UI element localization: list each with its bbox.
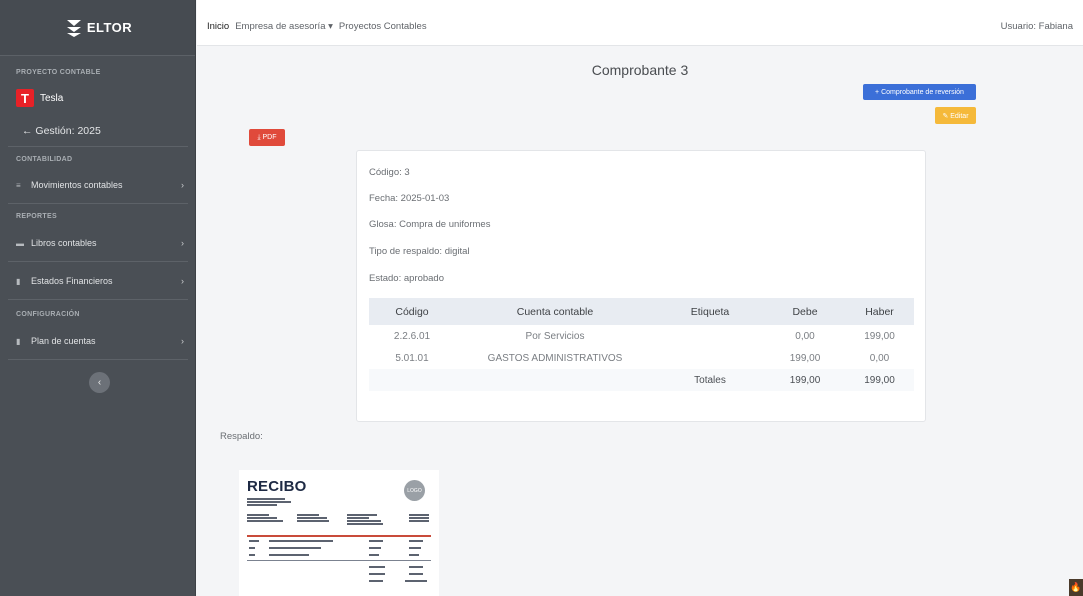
voucher-fecha: Fecha: 2025-01-03 bbox=[369, 193, 450, 204]
receipt-image[interactable]: RECIBO LOGO bbox=[239, 470, 439, 596]
col-codigo: Código bbox=[369, 298, 455, 325]
breadcrumb: Inicio Empresa de asesoría ▾ Proyectos C… bbox=[207, 21, 427, 32]
sidebar: ELTOR PROYECTO CONTABLE T Tesla ← Gestió… bbox=[0, 0, 196, 596]
cell-haber: 199,00 bbox=[864, 330, 895, 342]
brand[interactable]: ELTOR bbox=[0, 0, 195, 56]
section-contabilidad: CONTABILIDAD bbox=[16, 156, 73, 163]
cell-etiqueta bbox=[655, 347, 765, 369]
receipt-title: RECIBO bbox=[247, 478, 307, 495]
divider bbox=[8, 146, 188, 147]
divider bbox=[8, 203, 188, 204]
cell-haber: 0,00 bbox=[869, 352, 890, 364]
cell-cuenta: Por Servicios bbox=[525, 330, 585, 342]
section-reportes: REPORTES bbox=[16, 213, 57, 220]
totals-debe: 199,00 bbox=[789, 374, 821, 386]
sidebar-item-label: Plan de cuentas bbox=[31, 336, 96, 346]
divider bbox=[8, 261, 188, 262]
receipt-logo: LOGO bbox=[404, 480, 425, 501]
totals-row: Totales 199,00 199,00 bbox=[369, 369, 914, 391]
voucher-lines-table: Código Cuenta contable Etiqueta Debe Hab… bbox=[369, 298, 914, 391]
voucher-estado: Estado: aprobado bbox=[369, 273, 445, 284]
cell-codigo: 5.01.01 bbox=[395, 352, 429, 364]
sidebar-item-movimientos[interactable]: ≡ Movimientos contables › bbox=[16, 180, 184, 190]
col-etiqueta: Etiqueta bbox=[655, 298, 765, 325]
table-header-row: Código Cuenta contable Etiqueta Debe Hab… bbox=[369, 298, 914, 325]
section-configuracion: CONFIGURACIÓN bbox=[16, 311, 80, 318]
voucher-tipo: Tipo de respaldo: digital bbox=[369, 246, 470, 257]
pdf-button[interactable]: ⤓ PDF bbox=[249, 129, 285, 146]
chevron-right-icon: › bbox=[181, 180, 184, 190]
list-icon: ≡ bbox=[16, 181, 21, 190]
cell-debe: 199,00 bbox=[789, 352, 821, 364]
project-selector[interactable]: T Tesla bbox=[16, 89, 63, 107]
chevron-right-icon: › bbox=[181, 238, 184, 248]
reversal-voucher-button[interactable]: + Comprobante de reversión bbox=[863, 84, 976, 100]
sidebar-item-plan[interactable]: ▮ Plan de cuentas › bbox=[16, 336, 184, 346]
breadcrumb-projects[interactable]: Proyectos Contables bbox=[339, 21, 427, 32]
col-debe: Debe bbox=[765, 298, 845, 325]
cell-cuenta: GASTOS ADMINISTRATIVOS bbox=[487, 352, 623, 364]
project-name: Tesla bbox=[40, 92, 64, 104]
brand-logo-icon bbox=[66, 19, 81, 37]
gestion-link[interactable]: ← Gestión: 2025 bbox=[22, 125, 101, 137]
table-row: 5.01.01 GASTOS ADMINISTRATIVOS 199,00 0,… bbox=[369, 347, 914, 369]
flame-icon[interactable]: 🔥 bbox=[1069, 579, 1083, 596]
edit-button[interactable]: ✎ Editar bbox=[935, 107, 976, 124]
file-icon: ▮ bbox=[16, 277, 21, 286]
breadcrumb-home[interactable]: Inicio bbox=[207, 21, 229, 32]
tesla-logo-icon: T bbox=[16, 89, 34, 107]
chevron-right-icon: › bbox=[181, 276, 184, 286]
divider bbox=[8, 359, 188, 360]
chevron-right-icon: › bbox=[181, 336, 184, 346]
voucher-glosa: Glosa: Compra de uniformes bbox=[369, 219, 491, 230]
collapse-sidebar-button[interactable]: ‹ bbox=[89, 372, 110, 393]
sidebar-item-libros[interactable]: ▬ Libros contables › bbox=[16, 238, 184, 248]
respaldo-label: Respaldo: bbox=[220, 431, 263, 442]
topbar: Inicio Empresa de asesoría ▾ Proyectos C… bbox=[197, 0, 1083, 46]
sidebar-item-label: Estados Financieros bbox=[31, 276, 113, 286]
voucher-card: Código: 3 Fecha: 2025-01-03 Glosa: Compr… bbox=[356, 150, 926, 422]
cell-debe: 0,00 bbox=[795, 330, 815, 342]
file-icon: ▮ bbox=[16, 337, 21, 346]
totals-haber: 199,00 bbox=[864, 374, 895, 386]
sidebar-item-estados[interactable]: ▮ Estados Financieros › bbox=[16, 276, 184, 286]
user-label[interactable]: Usuario: Fabiana bbox=[1001, 21, 1073, 32]
voucher-codigo: Código: 3 bbox=[369, 167, 410, 178]
col-haber: Haber bbox=[845, 298, 914, 325]
breadcrumb-company[interactable]: Empresa de asesoría ▾ bbox=[235, 21, 333, 32]
page-title: Comprobante 3 bbox=[591, 62, 689, 78]
section-proyecto: PROYECTO CONTABLE bbox=[16, 69, 101, 76]
cell-codigo: 2.2.6.01 bbox=[393, 330, 431, 342]
sidebar-item-label: Movimientos contables bbox=[31, 180, 123, 190]
table-row: 2.2.6.01 Por Servicios 0,00 199,00 bbox=[369, 325, 914, 347]
divider bbox=[8, 299, 188, 300]
brand-name: ELTOR bbox=[86, 20, 133, 35]
sidebar-item-label: Libros contables bbox=[31, 238, 97, 248]
cell-etiqueta bbox=[655, 325, 765, 347]
book-icon: ▬ bbox=[16, 239, 24, 248]
col-cuenta: Cuenta contable bbox=[455, 298, 655, 325]
totals-label: Totales bbox=[694, 374, 726, 386]
